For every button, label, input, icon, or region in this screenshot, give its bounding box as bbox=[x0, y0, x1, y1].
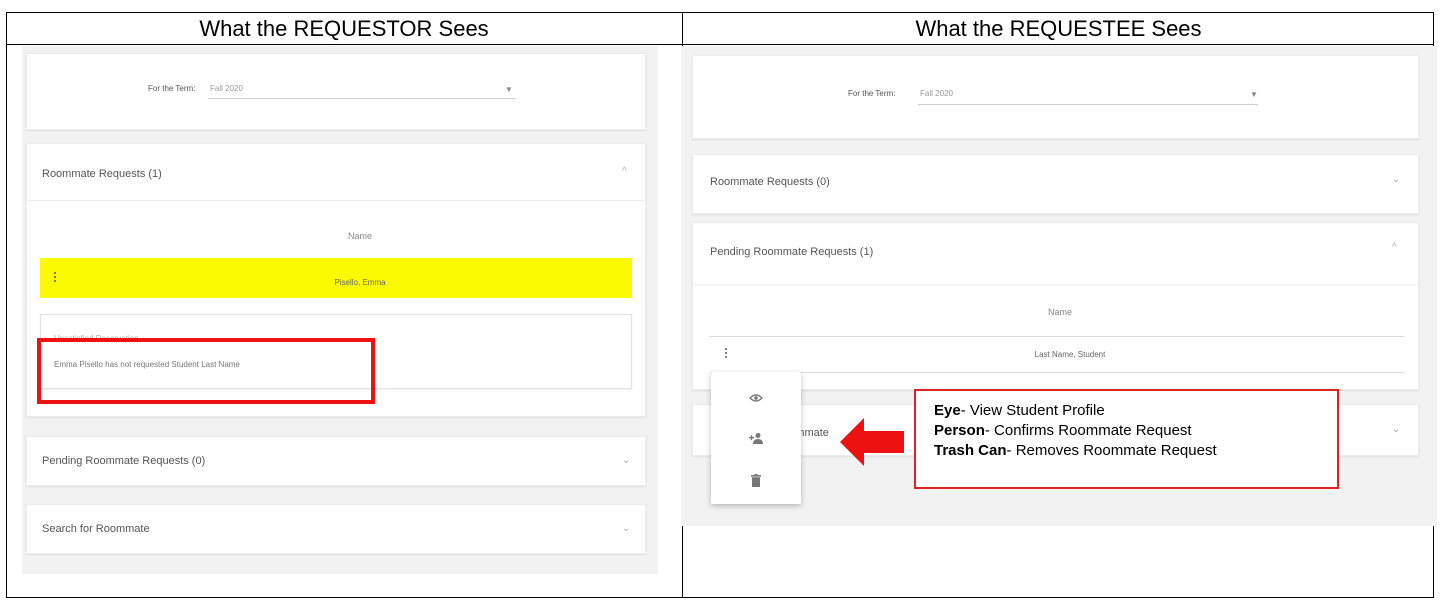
icon-legend-box: Eye- View Student Profile Person- Confir… bbox=[914, 389, 1339, 489]
pending-requests-header[interactable]: Pending Roommate Requests (1) bbox=[710, 246, 873, 258]
chevron-down-icon[interactable]: ⌄ bbox=[1392, 174, 1400, 185]
term-label: For the Term: bbox=[148, 84, 196, 93]
name-column-header: Name bbox=[1047, 307, 1072, 317]
term-select[interactable]: Fall 2020 bbox=[210, 84, 243, 93]
dropdown-caret-icon[interactable]: ▼ bbox=[1250, 90, 1258, 99]
term-label: For the Term: bbox=[848, 89, 896, 98]
table-row-divider bbox=[710, 372, 1404, 373]
chevron-up-icon[interactable]: ^ bbox=[622, 166, 627, 177]
row-name: Last Name, Student bbox=[1034, 350, 1106, 359]
legend-person: Person- Confirms Roommate Request bbox=[934, 422, 1192, 439]
chevron-down-icon[interactable]: ⌄ bbox=[1392, 424, 1400, 435]
row-name: Pisello, Emma bbox=[334, 278, 386, 287]
term-card bbox=[692, 55, 1419, 139]
legend-eye: Eye- View Student Profile bbox=[934, 402, 1105, 419]
confirm-request-menu-item[interactable] bbox=[711, 421, 801, 455]
row-action-menu bbox=[711, 372, 801, 504]
search-roommate-header[interactable]: Search for Roommate bbox=[42, 523, 150, 535]
remove-request-menu-item[interactable] bbox=[711, 463, 801, 497]
roommate-requests-header[interactable]: Roommate Requests (1) bbox=[42, 168, 162, 180]
chevron-up-icon[interactable]: ^ bbox=[1392, 242, 1397, 253]
requestor-column-title: What the REQUESTOR Sees bbox=[199, 16, 489, 41]
header-divider bbox=[6, 44, 1434, 45]
person-add-icon bbox=[749, 433, 763, 444]
red-arrow-icon bbox=[840, 418, 904, 466]
trash-can-icon bbox=[751, 473, 761, 487]
pending-requests-header[interactable]: Pending Roommate Requests (0) bbox=[42, 455, 205, 467]
red-highlight-box bbox=[37, 338, 375, 404]
term-card bbox=[26, 53, 646, 130]
panel-divider bbox=[692, 284, 1419, 285]
term-select-underline bbox=[208, 98, 516, 99]
more-vert-icon[interactable] bbox=[725, 348, 727, 360]
table-header-divider bbox=[710, 336, 1404, 337]
legend-trash-can: Trash Can- Removes Roommate Request bbox=[934, 442, 1217, 459]
requestee-column-title: What the REQUESTEE Sees bbox=[915, 16, 1202, 41]
more-vert-icon[interactable] bbox=[54, 272, 56, 284]
panel-divider bbox=[26, 200, 646, 201]
view-profile-menu-item[interactable] bbox=[711, 381, 801, 415]
dropdown-caret-icon[interactable]: ▼ bbox=[505, 85, 513, 94]
term-select[interactable]: Fall 2020 bbox=[920, 89, 953, 98]
name-column-header: Name bbox=[347, 231, 372, 241]
chevron-down-icon[interactable]: ⌄ bbox=[622, 523, 630, 534]
term-select-underline bbox=[918, 104, 1258, 105]
roommate-requests-header[interactable]: Roommate Requests (0) bbox=[710, 176, 830, 188]
chevron-down-icon[interactable]: ⌄ bbox=[622, 455, 630, 466]
eye-icon bbox=[749, 394, 763, 402]
